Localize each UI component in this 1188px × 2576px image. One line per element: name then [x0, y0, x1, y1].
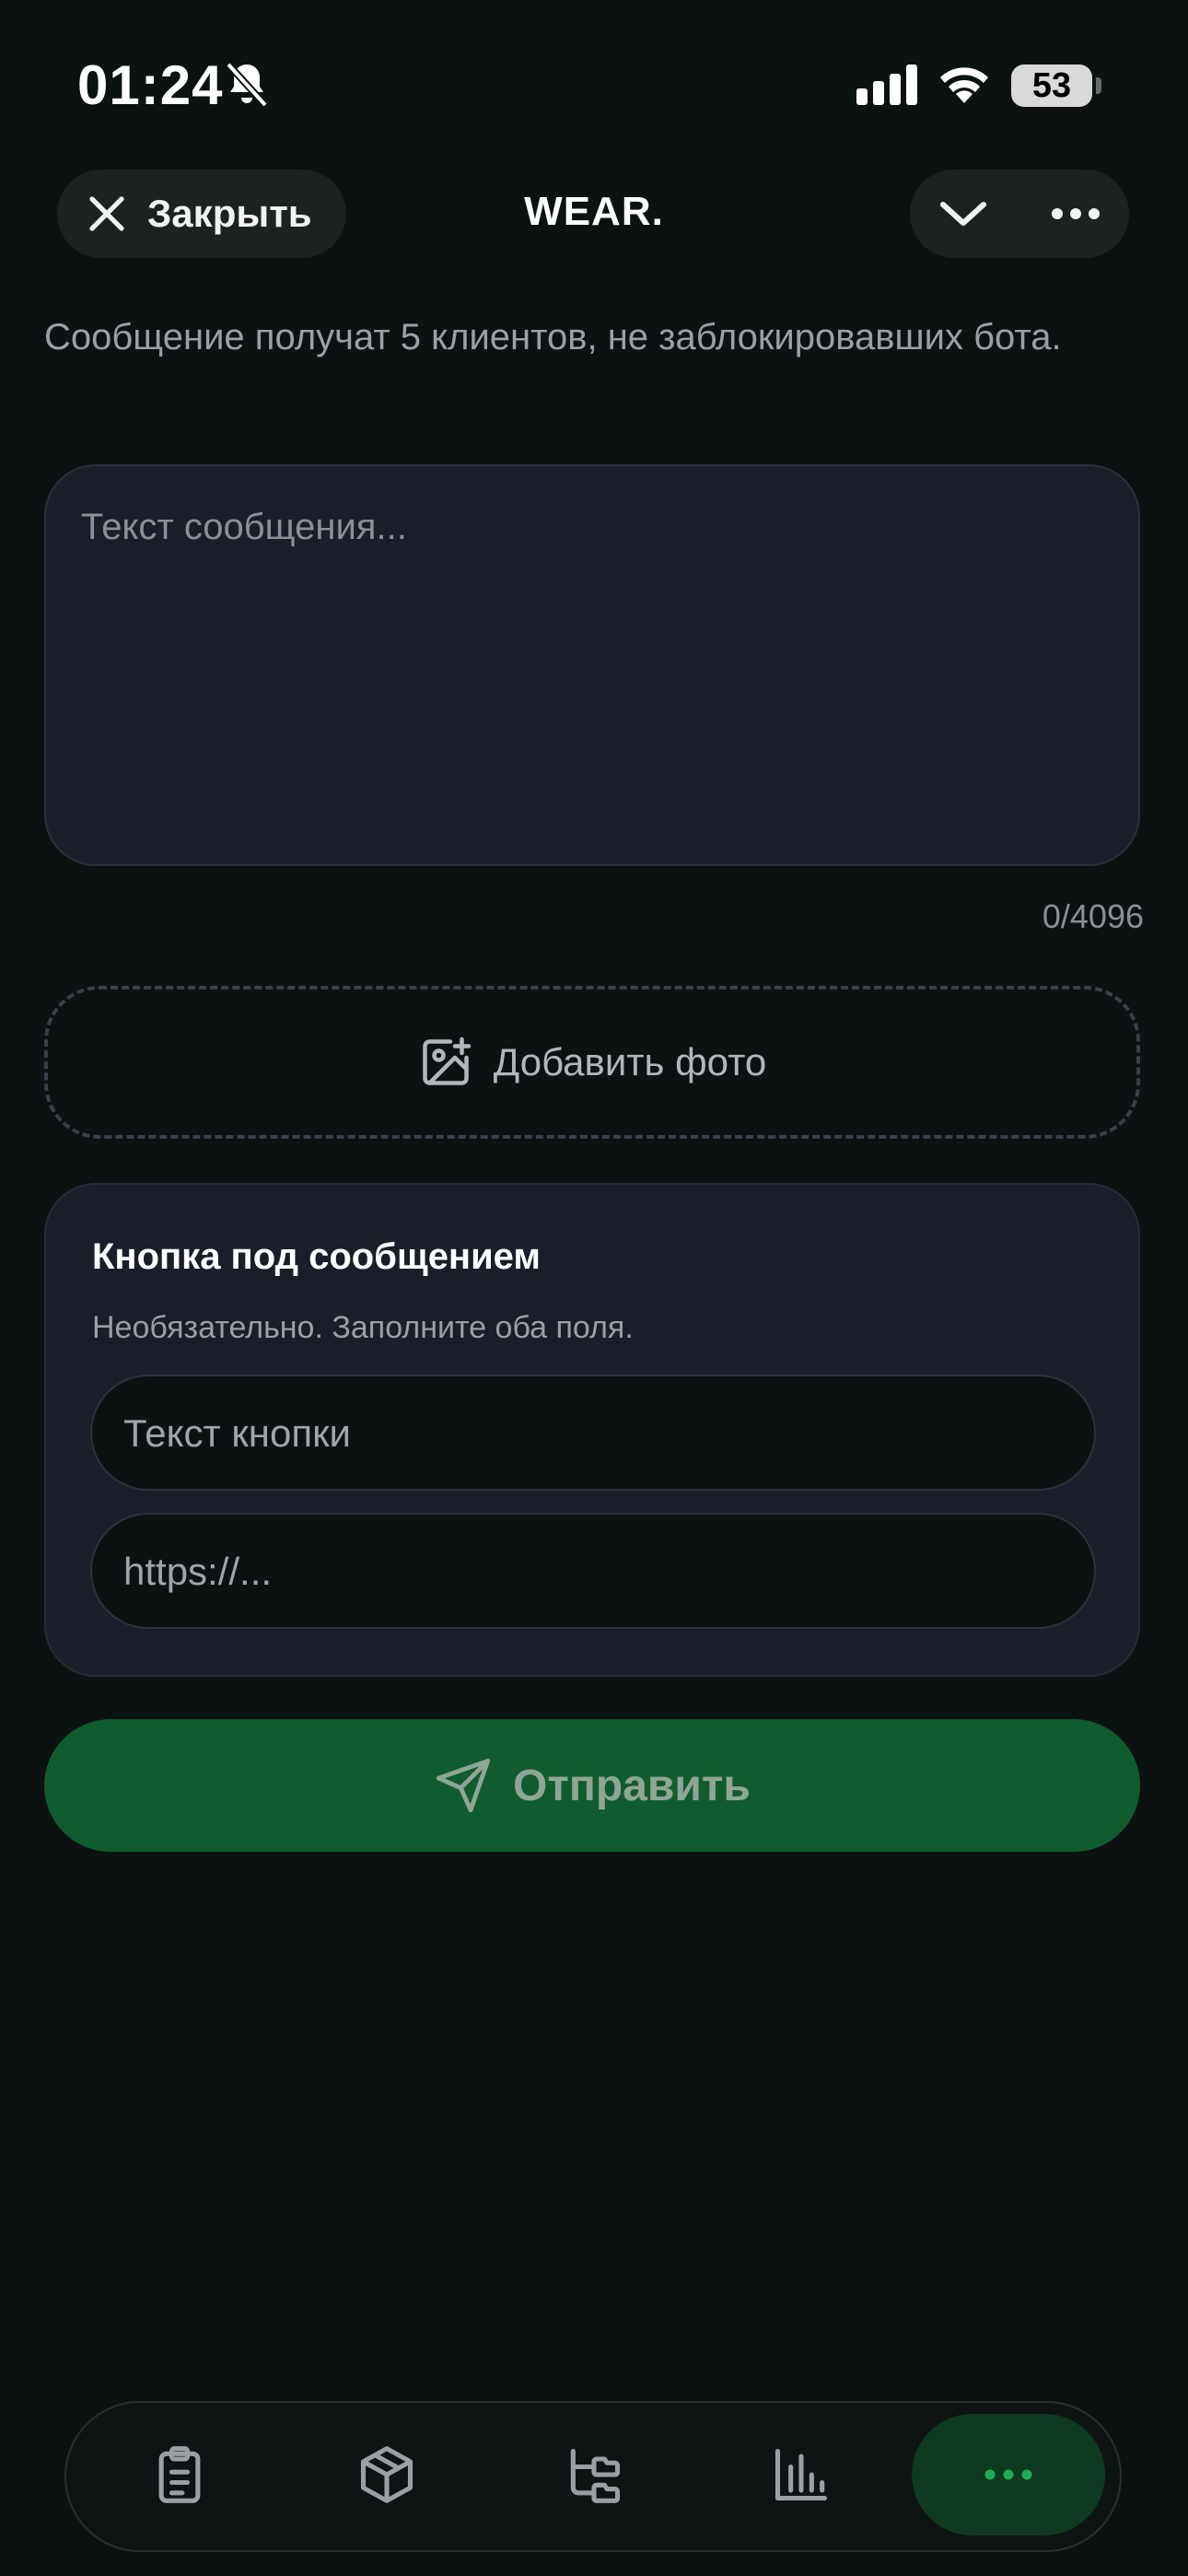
- signal-icon: [856, 64, 921, 110]
- status-time: 01:24: [77, 54, 224, 116]
- image-plus-icon: [423, 1036, 472, 1085]
- wifi-icon: [938, 61, 991, 110]
- more-icon[interactable]: [1050, 203, 1101, 229]
- add-photo-button[interactable]: Добавить фото: [44, 986, 1140, 1139]
- chevron-down-icon[interactable]: [938, 195, 989, 237]
- add-photo-label: Добавить фото: [493, 1040, 767, 1083]
- send-label: Отправить: [513, 1761, 751, 1810]
- nav-item-categories[interactable]: [497, 2414, 691, 2535]
- message-input[interactable]: Текст сообщения...: [44, 464, 1140, 866]
- button-url-placeholder: https://...: [123, 1550, 273, 1593]
- battery-tip: [1096, 77, 1101, 94]
- button-url-input[interactable]: https://...: [90, 1513, 1096, 1629]
- button-text-placeholder: Текст кнопки: [123, 1411, 351, 1455]
- button-card-title: Кнопка под сообщением: [92, 1236, 541, 1277]
- tree-icon: [570, 2448, 621, 2503]
- nav-item-stats[interactable]: [705, 2414, 898, 2535]
- recipients-info: Сообщение получат 5 клиентов, не заблоки…: [44, 317, 1062, 357]
- bell-off-icon: [225, 61, 269, 115]
- battery-icon: 53: [1011, 64, 1092, 107]
- nav-item-more[interactable]: [912, 2414, 1105, 2535]
- nav-item-orders[interactable]: [83, 2414, 276, 2535]
- clipboard-icon: [158, 2446, 201, 2503]
- char-counter: 0/4096: [1042, 897, 1144, 935]
- send-button[interactable]: Отправить: [44, 1719, 1140, 1852]
- box-icon: [360, 2446, 413, 2503]
- button-text-input[interactable]: Текст кнопки: [90, 1375, 1096, 1491]
- message-placeholder: Текст сообщения...: [81, 507, 407, 547]
- nav-item-products[interactable]: [290, 2414, 483, 2535]
- button-card-subtitle: Необязательно. Заполните оба поля.: [92, 1310, 634, 1345]
- more-icon: [984, 2469, 1032, 2480]
- chart-icon: [775, 2448, 828, 2501]
- send-icon: [436, 1758, 491, 1813]
